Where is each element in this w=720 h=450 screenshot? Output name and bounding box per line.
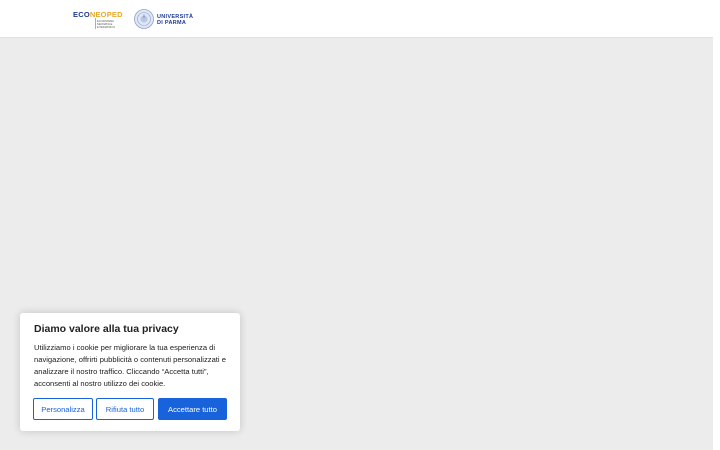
econeoped-logo-wordmark: ECONEOPED [73, 10, 123, 19]
cookie-banner-description: Utilizziamo i cookie per migliorare la t… [34, 343, 226, 388]
econeoped-logo[interactable]: ECONEOPED ECOSISTEMA NEONATALE E PEDIATR… [73, 8, 123, 30]
cookie-banner-title: Diamo valore alla tua privacy [34, 323, 179, 335]
reject-all-button[interactable]: Rifiuta tutto [96, 398, 154, 420]
customize-button[interactable]: Personalizza [33, 398, 93, 420]
site-header: ECONEOPED ECOSISTEMA NEONATALE E PEDIATR… [0, 0, 713, 38]
econeoped-logo-subtitle: ECOSISTEMA NEONATALE E PEDIATRICO [97, 20, 116, 29]
cookie-consent-banner: Diamo valore alla tua privacy Utilizziam… [20, 313, 240, 431]
university-of-parma-logo[interactable]: UNIVERSITÀ DI PARMA [134, 9, 198, 31]
university-seal-icon [134, 9, 154, 29]
page-scrollbar[interactable] [713, 0, 720, 450]
logo-accent-bar [95, 18, 96, 29]
university-name: UNIVERSITÀ DI PARMA [157, 14, 194, 26]
accept-all-button[interactable]: Accettare tutto [158, 398, 227, 420]
